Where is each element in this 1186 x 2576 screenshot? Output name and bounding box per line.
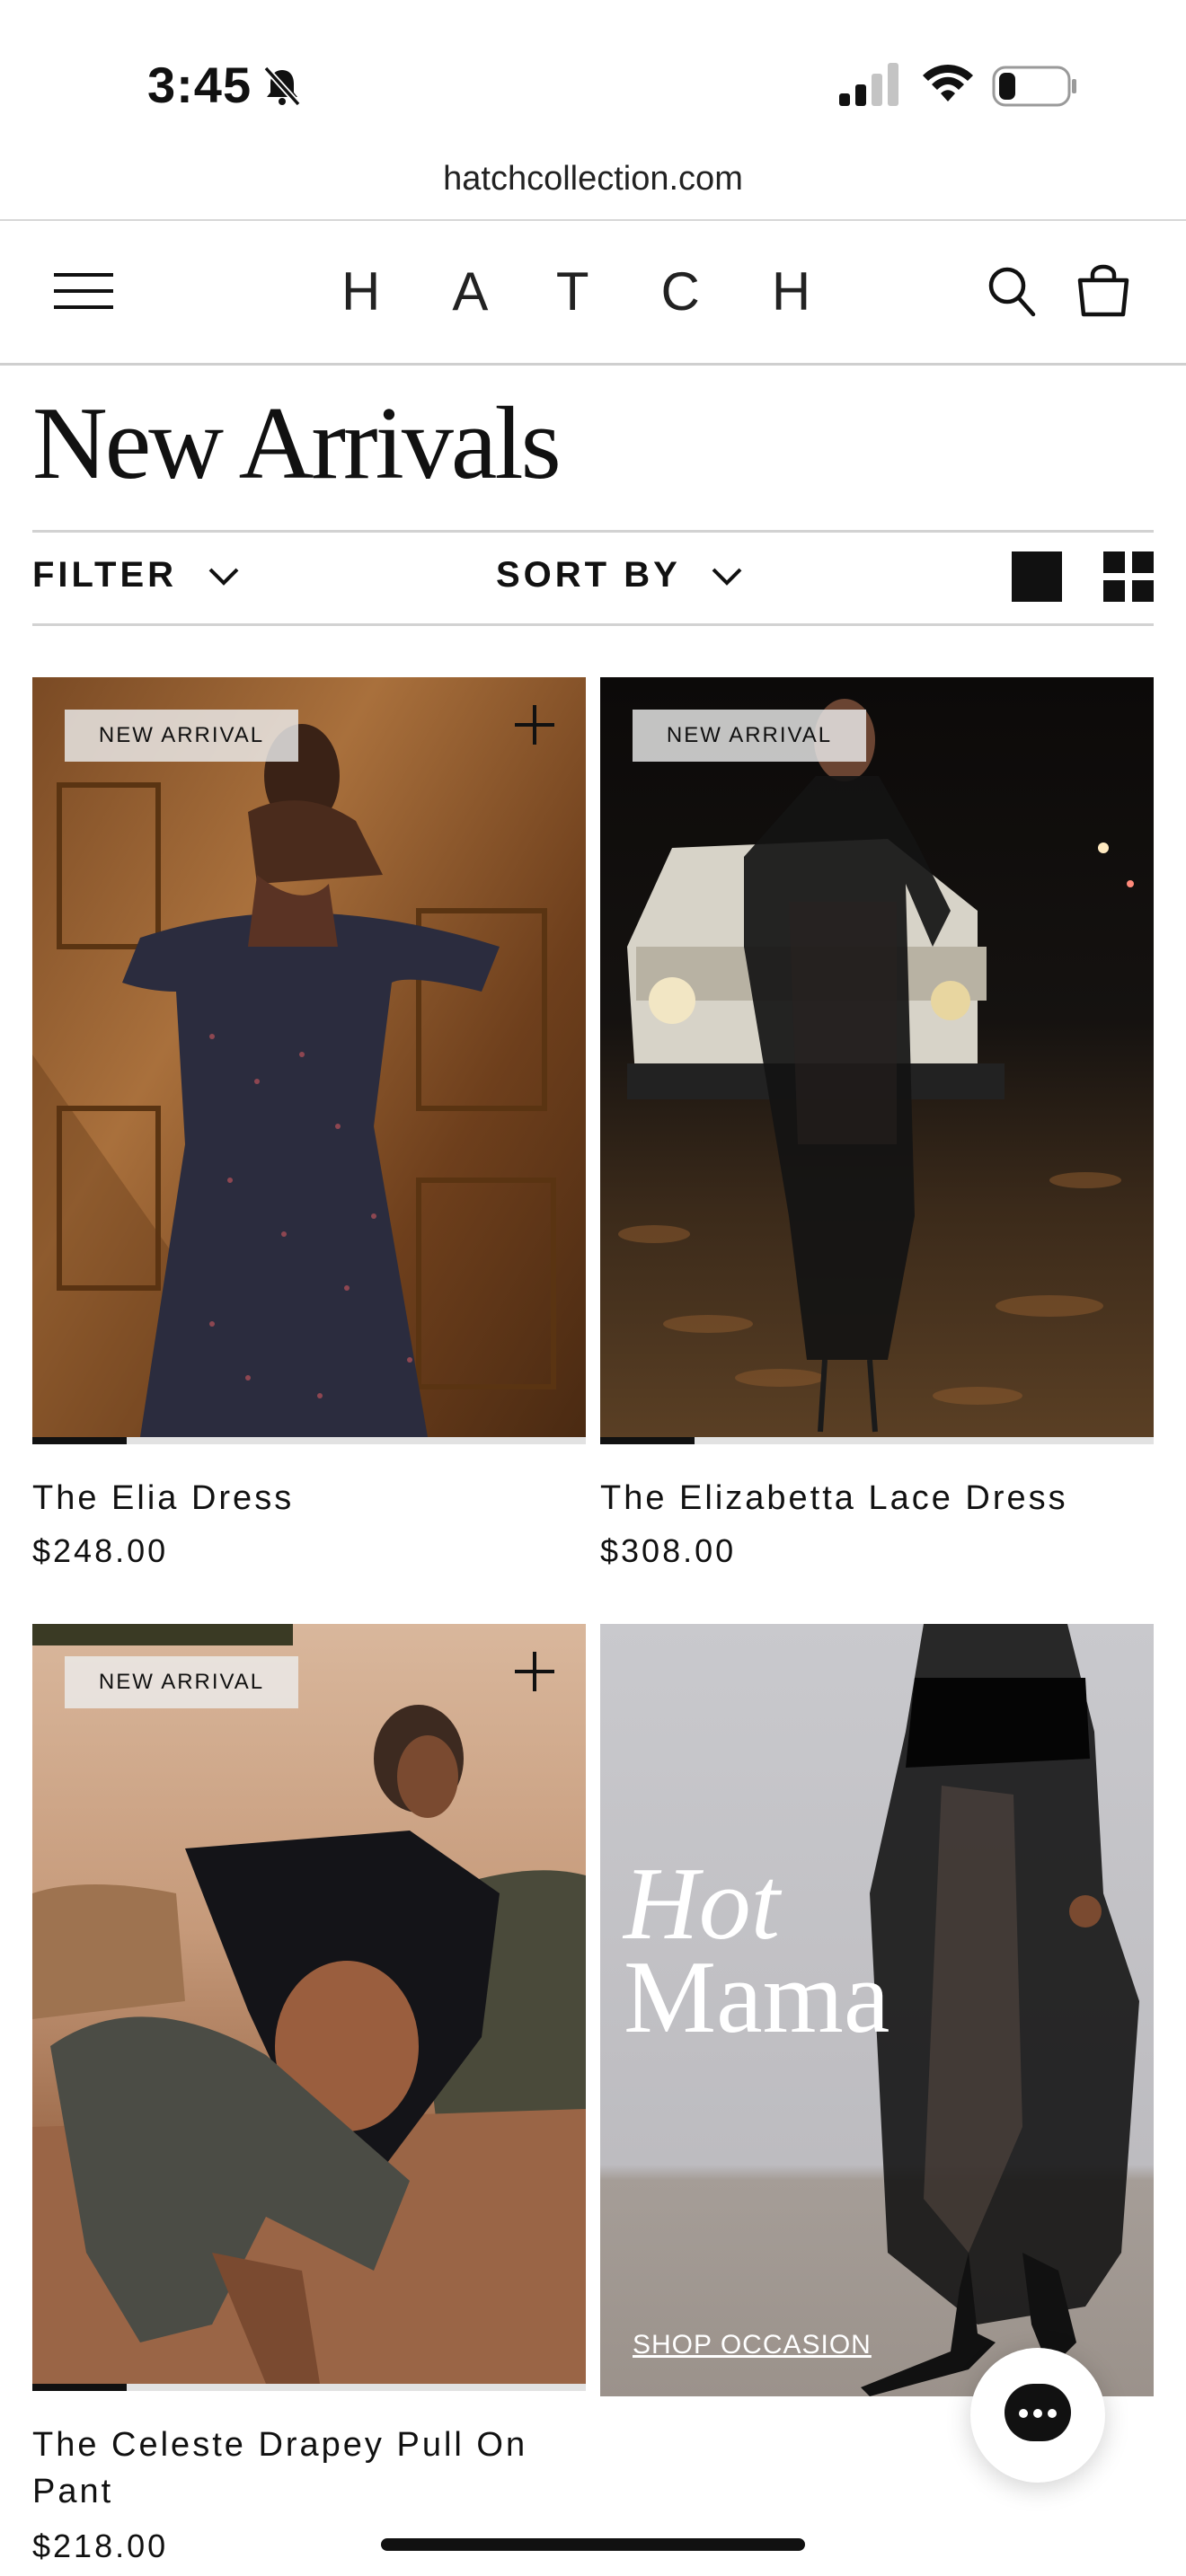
home-indicator[interactable] [381,2538,805,2551]
chevron-down-icon [712,569,742,587]
filter-button[interactable]: FILTER [32,555,239,595]
shopping-bag-icon[interactable] [1075,260,1132,318]
chat-button[interactable] [970,2348,1105,2483]
carousel-progress-fill [600,1437,695,1444]
product-name[interactable]: The Celeste Drapey Pull On Pant [32,2422,586,2515]
toolbar-top-divider [32,530,1154,533]
product-image[interactable]: NEW ARRIVAL [600,677,1154,1437]
image-carousel-progress [32,1437,586,1444]
promo-heading: Hot Mama [624,1852,890,2050]
chevron-down-icon [208,569,239,587]
image-carousel-progress [600,1437,1154,1444]
product-price: $218.00 [32,2527,169,2564]
header-divider [0,363,1186,366]
product-name[interactable]: The Elia Dress [32,1475,586,1522]
status-bar: 3:45 hatchcollection.com [0,0,1186,198]
battery-icon [992,66,1076,107]
brand-logo[interactable]: HATCH [341,260,845,322]
silent-bell-icon [263,66,301,107]
product-price: $248.00 [32,1532,169,1569]
product-image[interactable]: NEW ARRIVAL [32,1624,586,2384]
site-header: HATCH [0,221,1186,363]
quick-add-plus-icon[interactable] [512,702,557,747]
promo-image[interactable]: Hot Mama SHOP OCCASION [600,1624,1154,2396]
image-carousel-progress [32,2384,586,2391]
single-column-view-icon[interactable] [1012,551,1062,602]
toolbar-bottom-divider [32,623,1154,626]
chat-dot [1048,2409,1057,2418]
product-image[interactable]: NEW ARRIVAL [32,677,586,1437]
cellular-signal-icon [839,63,898,106]
address-bar-url[interactable]: hatchcollection.com [0,160,1186,198]
shop-occasion-link[interactable]: SHOP OCCASION [633,2330,872,2360]
chat-dot [1033,2409,1042,2418]
product-photo-illustration [618,699,1134,1433]
chat-dot [1019,2409,1028,2418]
product-name[interactable]: The Elizabetta Lace Dress [600,1475,1154,1522]
product-card[interactable]: NEW ARRIVAL The Celeste Drapey Pull On P… [32,1624,586,2576]
filter-label: FILTER [32,555,178,595]
product-photo-illustration [32,724,556,1437]
product-price: $308.00 [600,1532,737,1569]
carousel-progress-fill [32,1437,127,1444]
new-arrival-badge: NEW ARRIVAL [65,710,298,762]
chat-bubble-icon [1005,2384,1071,2441]
product-card[interactable]: NEW ARRIVAL The Elia Dress $248.00 [32,677,586,1575]
sort-by-button[interactable]: SORT BY [496,555,742,595]
grid-view-icon[interactable] [1103,551,1154,602]
menu-icon[interactable] [54,269,113,313]
search-icon[interactable] [987,264,1037,318]
page-title: New Arrivals [32,386,562,501]
status-time: 3:45 [147,57,252,113]
wifi-icon [923,65,973,101]
new-arrival-badge: NEW ARRIVAL [65,1656,298,1708]
product-photo-illustration [32,1624,586,2384]
promo-heading-line2: Mama [624,1940,890,2055]
product-card[interactable]: NEW ARRIVAL The Elizabetta Lace Dress $3… [600,677,1154,1575]
new-arrival-badge: NEW ARRIVAL [633,710,866,762]
promo-tile[interactable]: Hot Mama SHOP OCCASION [600,1624,1154,2396]
sort-label: SORT BY [496,555,681,595]
quick-add-plus-icon[interactable] [512,1649,557,1694]
carousel-progress-fill [32,2384,127,2391]
